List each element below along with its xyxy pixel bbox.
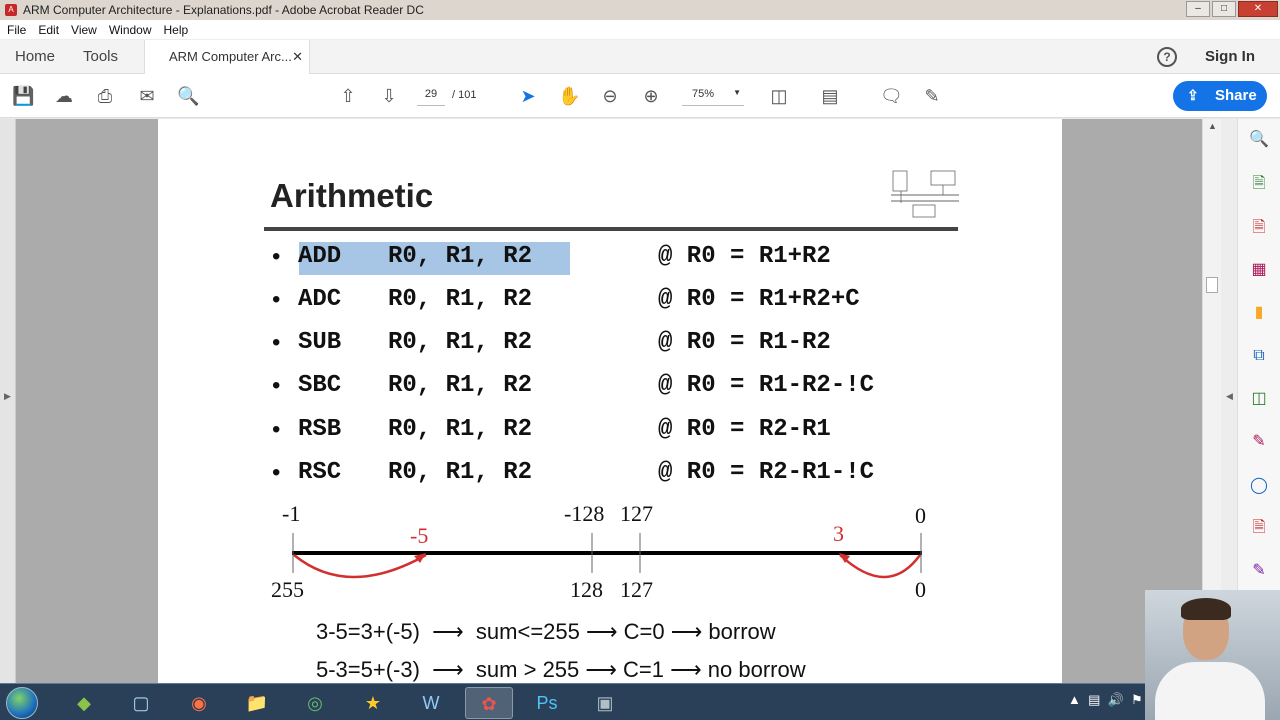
- close-tab-icon[interactable]: ✕: [292, 49, 303, 65]
- menu-window[interactable]: Window: [102, 23, 157, 37]
- combine-files-icon[interactable]: ⧉: [1248, 345, 1270, 367]
- help-icon[interactable]: ?: [1157, 47, 1177, 67]
- create-pdf-icon[interactable]: 🗎: [1248, 217, 1270, 239]
- left-panel-toggle[interactable]: ▶: [0, 119, 16, 683]
- scrollbar-thumb[interactable]: [1206, 277, 1218, 293]
- webcam-overlay: [1145, 590, 1280, 720]
- tab-home[interactable]: Home: [15, 48, 55, 65]
- tab-bar: Home Tools ARM Computer Arc... ✕: [0, 40, 1280, 74]
- label-bottom: 255: [271, 577, 304, 602]
- screen-recorder-icon[interactable]: ▣: [581, 687, 629, 719]
- tab-document[interactable]: ARM Computer Arc... ✕: [144, 40, 310, 74]
- menu-file[interactable]: File: [0, 23, 31, 37]
- organize-pages-icon[interactable]: ◫: [1248, 388, 1270, 410]
- title-bar: A ARM Computer Architecture - Explanatio…: [0, 0, 1280, 20]
- zoom-in-icon[interactable]: ⊕: [640, 85, 662, 107]
- minimize-button[interactable]: –: [1186, 1, 1210, 17]
- page-total: / 101: [452, 89, 477, 101]
- firefox-icon[interactable]: ◉: [175, 687, 223, 719]
- share-icon: ⇪: [1187, 87, 1199, 103]
- jdownloader-icon[interactable]: ◆: [60, 687, 108, 719]
- label-red: -5: [410, 523, 428, 548]
- scroll-mode-icon[interactable]: ▤: [819, 85, 841, 107]
- presenter-hair: [1181, 598, 1231, 620]
- example-borrow: 3-5=3+(-5) ⟶ sum<=255 ⟶ C=0 ⟶ borrow: [316, 619, 776, 644]
- send-for-review-icon[interactable]: 🗎: [1248, 517, 1270, 539]
- label-top: -128: [564, 501, 604, 526]
- maximize-button[interactable]: □: [1212, 1, 1236, 17]
- hand-tool-icon[interactable]: ✋: [558, 85, 580, 107]
- save-icon[interactable]: 💾: [12, 85, 34, 107]
- page-fit-icon[interactable]: ◫: [768, 85, 790, 107]
- chevron-down-icon: ▼: [733, 88, 741, 97]
- movie-maker-icon[interactable]: ★: [349, 687, 397, 719]
- zoom-select[interactable]: 75% ▼: [682, 88, 744, 106]
- window-title: ARM Computer Architecture - Explanations…: [23, 3, 424, 17]
- signature-icon[interactable]: ✎: [1248, 560, 1270, 582]
- arrow-3: [839, 554, 922, 579]
- comment-icon[interactable]: 🗨: [880, 85, 903, 107]
- menu-help[interactable]: Help: [157, 23, 194, 37]
- scroll-up-icon[interactable]: ▲: [1208, 121, 1217, 131]
- label-bottom: 0: [915, 577, 926, 602]
- arrow-minus-5: [293, 553, 427, 579]
- share-label: Share: [1215, 87, 1257, 104]
- main-toolbar: 💾 ☁ ⎙ ✉ 🔍 ⇧ ⇩ 29 / 101 ➤ ✋ ⊖ ⊕ 75% ▼ ◫ ▤…: [0, 74, 1280, 118]
- print-icon[interactable]: ⎙: [94, 85, 116, 107]
- acrobat-app-icon: A: [5, 4, 17, 16]
- search-icon[interactable]: 🔍: [1248, 129, 1270, 151]
- start-button[interactable]: [6, 687, 38, 719]
- windows-taskbar: ◆ ▢ ◉ 📁 ◎ ★ W ✿ Ps ▣ ▲ ▤ 🔊 ⚑: [0, 683, 1280, 720]
- photoshop-icon[interactable]: Ps: [523, 687, 571, 719]
- search-icon[interactable]: 🔍: [177, 85, 199, 107]
- share-button[interactable]: ⇪ Share: [1173, 81, 1267, 111]
- number-line-diagram: -1 -128 127 0 255 128 127 0 -5 3: [271, 501, 926, 602]
- zoom-value: 75%: [692, 88, 715, 100]
- word-icon[interactable]: W: [407, 687, 455, 719]
- page-number-input[interactable]: 29: [417, 88, 445, 106]
- select-cursor-icon[interactable]: ➤: [517, 85, 539, 107]
- label-top: 127: [620, 501, 653, 526]
- fill-sign-icon[interactable]: ✎: [1248, 431, 1270, 453]
- chrome-icon[interactable]: ◎: [291, 687, 339, 719]
- email-icon[interactable]: ✉: [136, 85, 158, 107]
- export-pdf-icon[interactable]: 🗎: [1248, 173, 1270, 195]
- close-window-button[interactable]: ✕: [1238, 1, 1278, 17]
- label-red: 3: [833, 521, 844, 546]
- tab-tools[interactable]: Tools: [83, 48, 118, 65]
- tab-document-label: ARM Computer Arc...: [169, 49, 292, 64]
- previous-page-icon[interactable]: ⇧: [337, 85, 359, 107]
- chevron-left-icon: ◀: [1226, 391, 1233, 401]
- pen-icon[interactable]: ✎: [921, 85, 943, 107]
- system-tray: ▲ ▤ 🔊 ⚑: [1068, 692, 1143, 707]
- window-controls: – □ ✕: [1186, 1, 1278, 17]
- label-bottom: 128: [570, 577, 603, 602]
- label-bottom: 127: [620, 577, 653, 602]
- protect-icon[interactable]: ◯: [1248, 475, 1270, 497]
- acrobat-taskbar-icon[interactable]: ✿: [465, 687, 513, 719]
- notepad-icon[interactable]: ▢: [117, 687, 165, 719]
- upload-cloud-icon[interactable]: ☁: [53, 85, 75, 107]
- sign-in-link[interactable]: Sign In: [1205, 48, 1255, 65]
- menu-view[interactable]: View: [64, 23, 102, 37]
- comment-icon[interactable]: ▮: [1248, 302, 1270, 324]
- menu-edit[interactable]: Edit: [31, 23, 64, 37]
- label-top: -1: [282, 501, 300, 526]
- presenter-body: [1155, 662, 1265, 720]
- edit-pdf-icon[interactable]: ▦: [1248, 259, 1270, 281]
- label-top: 0: [915, 503, 926, 528]
- chevron-right-icon: ▶: [4, 391, 11, 401]
- next-page-icon[interactable]: ⇩: [378, 85, 400, 107]
- menu-bar: File Edit View Window Help: [0, 20, 1280, 40]
- pdf-page: Arithmetic • ADD R0, R1, R2 @ R0 = R1+R2…: [158, 119, 1062, 683]
- file-explorer-icon[interactable]: 📁: [233, 687, 281, 719]
- example-no-borrow: 5-3=5+(-3) ⟶ sum > 255 ⟶ C=1 ⟶ no borrow: [316, 657, 806, 682]
- zoom-out-icon[interactable]: ⊖: [599, 85, 621, 107]
